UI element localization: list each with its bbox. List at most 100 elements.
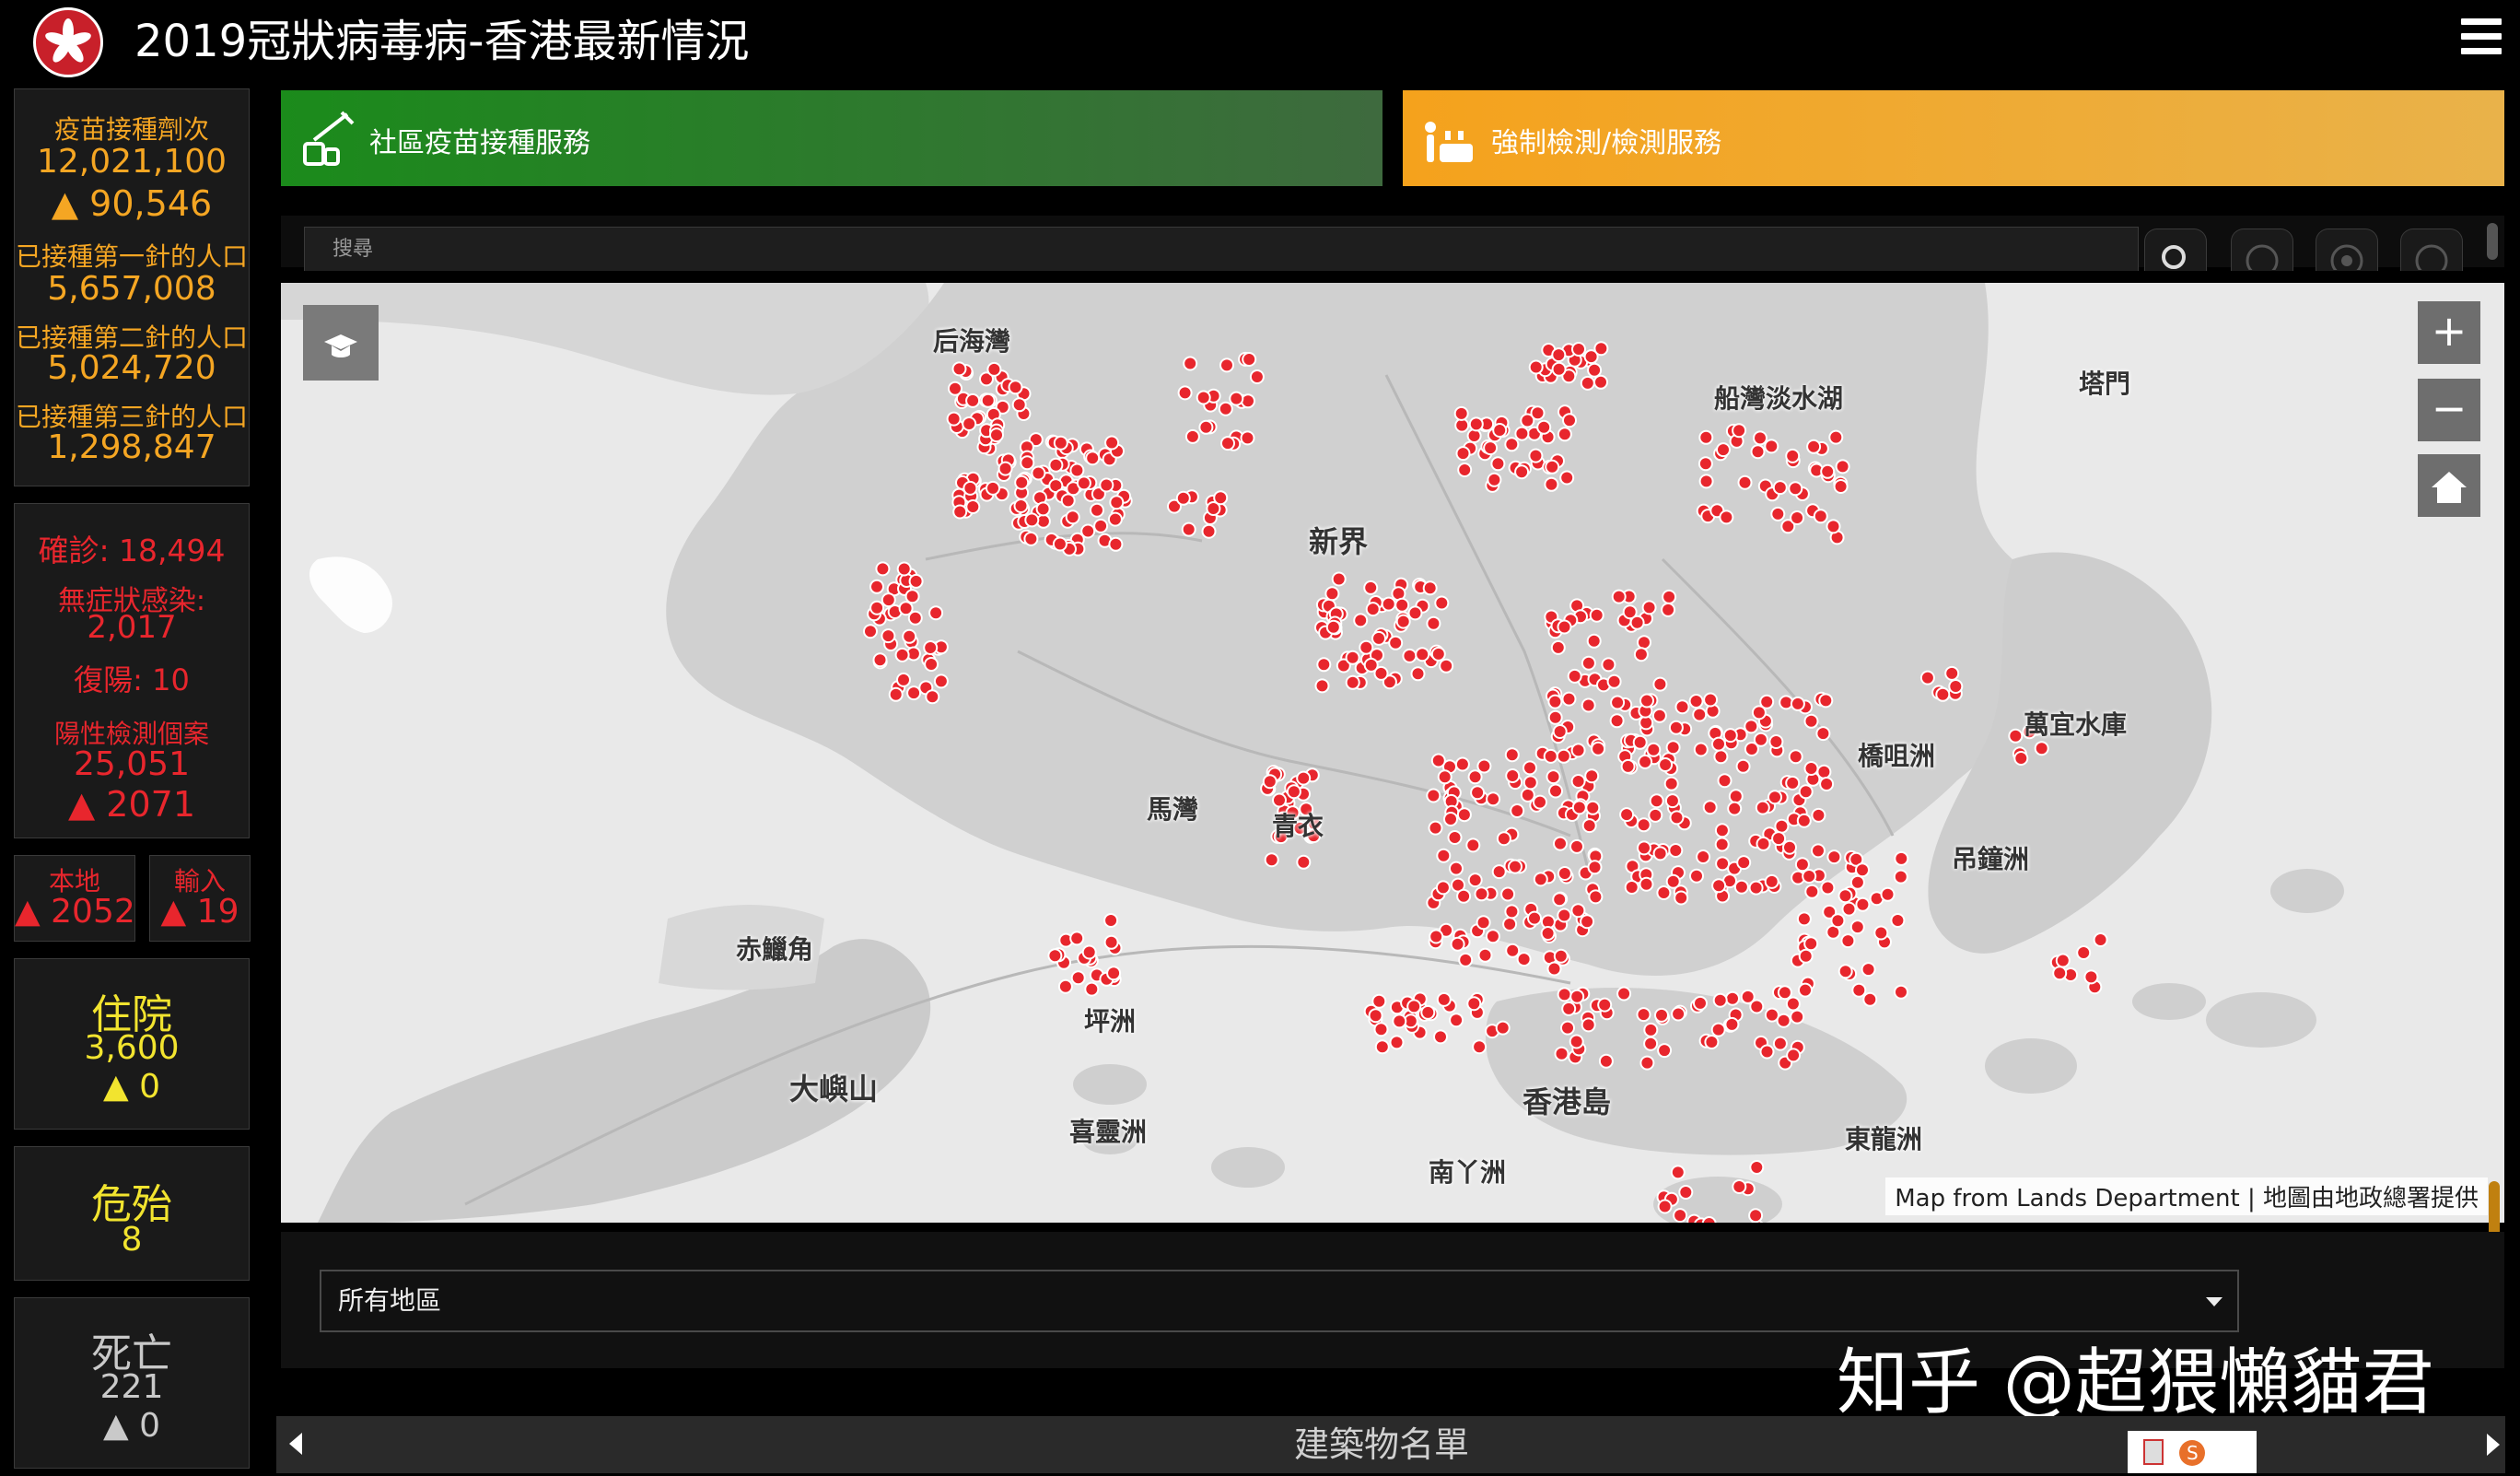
case-marker[interactable] — [1601, 657, 1616, 673]
case-marker[interactable] — [924, 657, 939, 672]
case-marker[interactable] — [1803, 761, 1819, 776]
case-marker[interactable] — [1536, 419, 1552, 435]
case-marker[interactable] — [1533, 794, 1547, 810]
case-marker[interactable] — [1060, 493, 1076, 509]
case-marker[interactable] — [1673, 1208, 1688, 1223]
case-marker[interactable] — [1454, 756, 1470, 772]
search-icon[interactable] — [2144, 228, 2207, 271]
case-marker[interactable] — [1457, 463, 1473, 477]
case-marker[interactable] — [1047, 948, 1063, 964]
case-marker[interactable] — [1835, 459, 1850, 474]
case-marker[interactable] — [1103, 934, 1119, 950]
case-marker[interactable] — [1472, 1039, 1488, 1055]
case-marker[interactable] — [1826, 519, 1841, 534]
case-marker[interactable] — [1520, 787, 1535, 802]
case-marker[interactable] — [1428, 820, 1443, 836]
case-marker[interactable] — [1240, 430, 1255, 446]
case-marker[interactable] — [1496, 831, 1511, 847]
case-marker[interactable] — [1557, 427, 1572, 442]
case-marker[interactable] — [1890, 913, 1906, 928]
case-marker[interactable] — [1296, 854, 1312, 870]
case-marker[interactable] — [1562, 413, 1577, 428]
case-marker[interactable] — [1219, 357, 1234, 373]
case-marker[interactable] — [1785, 448, 1801, 463]
case-marker[interactable] — [872, 652, 888, 668]
case-marker[interactable] — [1324, 586, 1340, 602]
case-marker[interactable] — [1070, 970, 1086, 986]
case-marker[interactable] — [1483, 440, 1499, 456]
case-marker[interactable] — [1609, 713, 1625, 729]
case-marker[interactable] — [1392, 1013, 1407, 1029]
case-marker[interactable] — [1048, 457, 1064, 473]
case-marker[interactable] — [904, 589, 920, 604]
case-marker[interactable] — [1611, 589, 1627, 604]
case-marker[interactable] — [1076, 475, 1091, 491]
case-marker[interactable] — [1104, 435, 1120, 451]
case-marker[interactable] — [1841, 901, 1857, 917]
case-marker[interactable] — [1714, 837, 1730, 852]
case-marker[interactable] — [2076, 945, 2092, 960]
case-marker[interactable] — [1798, 982, 1813, 998]
case-marker[interactable] — [1670, 1165, 1686, 1180]
case-marker[interactable] — [1661, 602, 1676, 617]
case-marker[interactable] — [875, 561, 891, 577]
case-marker[interactable] — [1571, 342, 1586, 357]
case-marker[interactable] — [1218, 401, 1233, 416]
case-marker[interactable] — [1637, 635, 1651, 650]
case-marker[interactable] — [1553, 836, 1568, 851]
case-marker[interactable] — [1861, 962, 1876, 978]
case-marker[interactable] — [1813, 509, 1828, 524]
case-marker[interactable] — [1736, 855, 1752, 871]
case-marker[interactable] — [1649, 793, 1664, 809]
case-marker[interactable] — [1443, 812, 1458, 826]
case-marker[interactable] — [1606, 674, 1622, 689]
case-marker[interactable] — [1711, 736, 1726, 752]
case-marker[interactable] — [1584, 768, 1600, 784]
case-marker[interactable] — [1710, 1022, 1726, 1037]
case-marker[interactable] — [1828, 429, 1844, 445]
case-marker[interactable] — [1407, 605, 1423, 621]
locate-icon[interactable] — [2231, 228, 2293, 277]
case-marker[interactable] — [1220, 436, 1235, 451]
scrollbar-thumb-top[interactable] — [2487, 223, 2498, 260]
case-marker[interactable] — [1065, 510, 1080, 525]
case-marker[interactable] — [1184, 428, 1200, 444]
case-marker[interactable] — [1544, 476, 1559, 492]
case-marker[interactable] — [1652, 676, 1668, 692]
case-marker[interactable] — [1449, 861, 1464, 876]
case-marker[interactable] — [998, 461, 1013, 476]
case-marker[interactable] — [980, 392, 996, 408]
case-marker[interactable] — [1772, 480, 1788, 496]
case-marker[interactable] — [1548, 783, 1563, 799]
case-marker[interactable] — [1241, 393, 1255, 409]
case-marker[interactable] — [1093, 518, 1109, 533]
case-marker[interactable] — [1331, 571, 1347, 587]
case-marker[interactable] — [1014, 474, 1030, 490]
case-marker[interactable] — [1641, 600, 1657, 615]
case-marker[interactable] — [1406, 999, 1422, 1014]
case-marker[interactable] — [1183, 356, 1198, 371]
case-marker[interactable] — [1031, 465, 1046, 481]
case-marker[interactable] — [1580, 375, 1595, 391]
case-marker[interactable] — [1880, 886, 1896, 902]
case-marker[interactable] — [925, 689, 940, 705]
case-marker[interactable] — [1570, 743, 1586, 758]
vaccination-service-button[interactable]: 社區疫苗接種服務 — [281, 90, 1382, 186]
case-marker[interactable] — [1467, 873, 1483, 888]
case-marker[interactable] — [2083, 969, 2099, 985]
case-marker[interactable] — [1639, 876, 1654, 892]
case-marker[interactable] — [1365, 602, 1381, 617]
case-marker[interactable] — [1020, 455, 1035, 471]
case-marker[interactable] — [1206, 501, 1221, 516]
case-marker[interactable] — [1636, 817, 1651, 833]
case-marker[interactable] — [1177, 385, 1193, 401]
case-marker[interactable] — [1651, 708, 1667, 723]
case-marker[interactable] — [1013, 498, 1029, 513]
case-marker[interactable] — [1345, 674, 1360, 690]
case-marker[interactable] — [1616, 986, 1632, 1002]
case-marker[interactable] — [1786, 1048, 1802, 1063]
zoom-in-button[interactable]: + — [2418, 301, 2480, 364]
case-marker[interactable] — [1732, 423, 1747, 439]
case-marker[interactable] — [896, 672, 911, 687]
case-marker[interactable] — [1477, 947, 1493, 963]
